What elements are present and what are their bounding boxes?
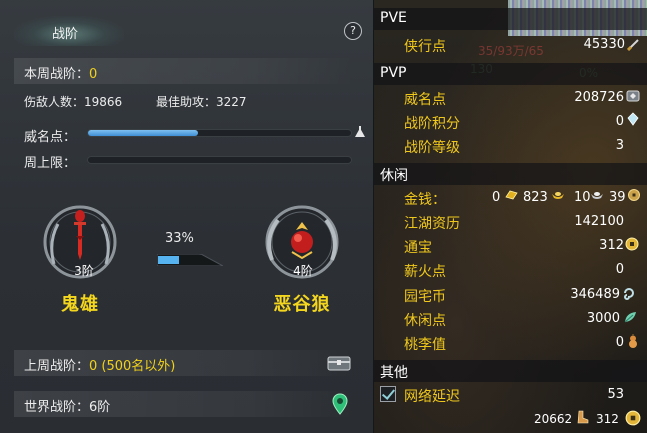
tab-battle-rank[interactable]: 战阶: [52, 23, 78, 42]
rank-score-value: 0: [615, 114, 624, 129]
money-brick-value: 0: [492, 190, 501, 205]
currency-panel: 35/93万/65 130 0% PVE 侠行点 45330 PVP 威名点 2…: [374, 0, 647, 433]
garden-coin-value: 346489: [570, 287, 620, 302]
background-hp-text: 35/93万/65: [478, 44, 544, 58]
gold-ingot-icon: [552, 192, 564, 199]
rank-panel: 战阶 ? 本周战阶：0 伤敌人数：19866 最佳助攻：3227 威名点： 周上…: [0, 0, 374, 433]
latency-checkbox[interactable]: [380, 386, 396, 402]
leaf-icon: [624, 312, 636, 323]
taoli-value: 0: [615, 335, 624, 350]
weekly-cap-bar: [87, 156, 352, 164]
rank-level-value: 3: [615, 138, 624, 153]
sword-icon: [627, 39, 639, 51]
garden-coin-label: 园宅币: [404, 289, 446, 305]
latency-value: 53: [607, 387, 624, 402]
leisure-points-value: 3000: [586, 311, 620, 326]
rank-progress-percent: 33%: [165, 231, 194, 246]
assists-value: 3227: [216, 95, 247, 109]
money-label: 金钱：: [404, 192, 446, 208]
world-rank-value: 6阶: [89, 400, 111, 415]
other-section-header: 其他: [374, 360, 647, 382]
fame-points-label: 威名点: [404, 92, 446, 108]
fame-progress-bar: [87, 129, 352, 137]
current-rank-level: 3阶: [74, 264, 94, 278]
leisure-points-label: 休闲点: [404, 313, 446, 329]
next-rank-name: 恶谷狼: [273, 294, 331, 315]
boot-icon: [577, 410, 589, 424]
panel-header: 战阶 ?: [0, 16, 374, 46]
crystal-icon: [627, 112, 639, 126]
rank-score-label: 战阶积分: [404, 116, 460, 132]
copper-coin-icon: [628, 189, 640, 201]
pve-section-header: PVE: [374, 8, 647, 30]
money-coin-value: 39: [609, 190, 626, 205]
fame-progress-fill: [88, 130, 199, 136]
fame-label: 威名点：: [24, 130, 77, 145]
taoli-value-label: 桃李值: [404, 337, 446, 353]
xiaxing-points-label: 侠行点: [404, 39, 446, 55]
tongbao-label: 通宝: [404, 240, 432, 256]
help-icon[interactable]: ?: [344, 22, 362, 40]
silver-ingot-icon: [591, 192, 603, 199]
xinhuo-points-label: 薪火点: [404, 264, 446, 280]
next-rank-level: 4阶: [293, 264, 313, 278]
jianghu-exp-value: 142100: [574, 214, 624, 229]
last-week-rank-value: 0 (500名以外): [89, 359, 176, 374]
fame-points-value: 208726: [574, 90, 624, 105]
reward-chest-icon[interactable]: [327, 354, 351, 372]
tongbao-value: 312: [599, 238, 624, 253]
leisure-section-header: 休闲: [374, 163, 647, 185]
weekly-rank-label: 本周战阶：0: [24, 67, 98, 82]
xiaxing-points-value: 45330: [583, 37, 625, 52]
weekly-cap-label: 周上限：: [24, 156, 77, 171]
latency-label: 网络延迟: [404, 389, 460, 405]
money-silver-value: 10: [574, 190, 591, 205]
swirl-icon: [624, 288, 634, 300]
pve-title: PVE: [380, 10, 407, 26]
pvp-section-header: PVP: [374, 63, 647, 85]
gold-brick-icon: [505, 190, 518, 200]
gourd-icon: [629, 334, 637, 348]
fame-icon: [626, 90, 640, 102]
current-rank-name: 鬼雄: [61, 294, 99, 315]
footer-coin-icon: [625, 410, 641, 426]
footer-value-a: 20662: [534, 412, 573, 426]
pvp-title: PVP: [380, 65, 407, 81]
cap-marker-icon: [355, 128, 365, 137]
weekly-rank-value: 0: [89, 67, 98, 82]
footer-value-b: 312: [596, 412, 619, 426]
location-pin-icon[interactable]: [332, 393, 348, 415]
rank-progress-bar: [157, 254, 223, 266]
xinhuo-points-value: 0: [615, 262, 624, 277]
other-title: 其他: [380, 365, 408, 381]
world-rank: 世界战阶：6阶: [24, 400, 111, 415]
coin-icon: [625, 237, 639, 251]
kills-value: 19866: [84, 95, 123, 109]
last-week-rank: 上周战阶：0 (500名以外): [24, 359, 176, 374]
leisure-title: 休闲: [380, 168, 408, 184]
kills-stat: 伤敌人数：19866: [24, 95, 123, 109]
rank-level-label: 战阶等级: [404, 140, 460, 156]
money-gold-value: 823: [523, 190, 548, 205]
assists-stat: 最佳助攻：3227: [156, 95, 247, 109]
jianghu-exp-label: 江湖资历: [404, 216, 460, 232]
